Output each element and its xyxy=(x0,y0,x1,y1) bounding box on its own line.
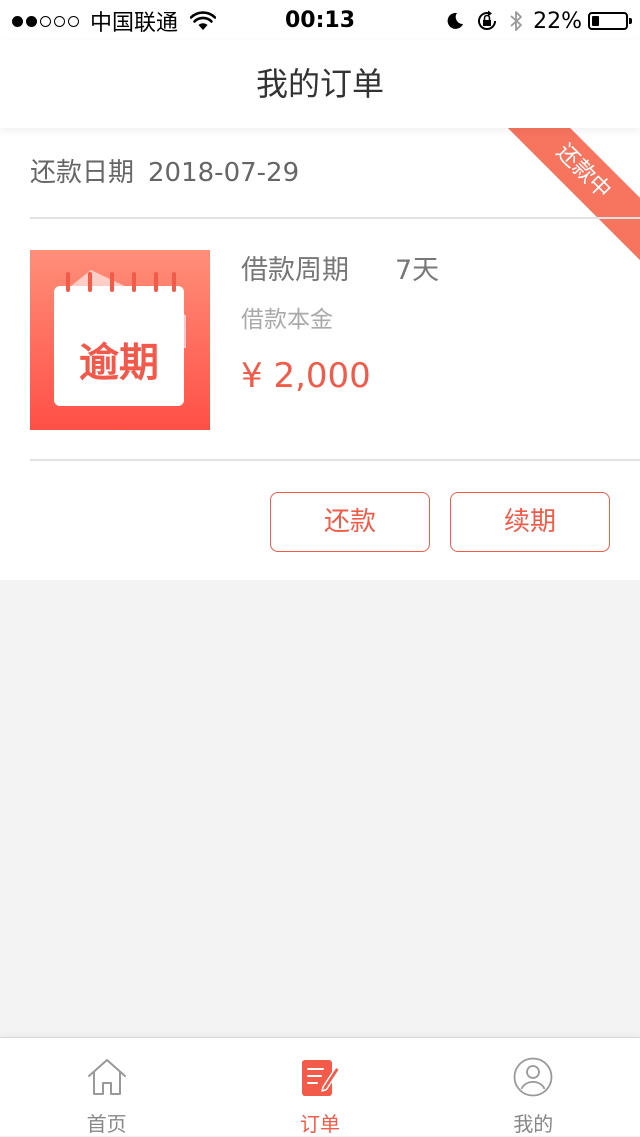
tab-home-label: 首页 xyxy=(86,1112,127,1136)
loan-amount: ¥ 2,000 xyxy=(241,356,371,396)
renew-button[interactable]: 续期 xyxy=(450,492,610,552)
home-icon xyxy=(87,1059,126,1095)
status-ribbon: 还款中 xyxy=(486,128,640,269)
battery-percentage: 22% xyxy=(533,8,582,34)
tab-orders-label: 订单 xyxy=(299,1112,340,1136)
tab-profile-label: 我的 xyxy=(513,1112,554,1136)
user-profile-icon xyxy=(513,1057,553,1097)
order-edit-icon xyxy=(301,1060,341,1096)
overdue-calendar-icon: 逾期 xyxy=(30,250,210,430)
status-bar: 中国联通 00:13 22% xyxy=(0,0,640,40)
order-card[interactable]: 还款日期 2018-07-29 还款中 逾期 借款周期 7天 借款本金 ¥ 2,0… xyxy=(0,128,640,580)
loan-period-label: 借款周期 xyxy=(241,255,349,286)
tab-bar: 首页 订单 我的 xyxy=(0,1037,640,1136)
tab-orders[interactable]: 订单 xyxy=(213,1038,426,1136)
repayment-date-value: 2018-07-29 xyxy=(148,158,300,188)
repay-button[interactable]: 还款 xyxy=(270,492,430,552)
navigation-bar: 我的订单 xyxy=(0,40,640,128)
bluetooth-icon xyxy=(509,10,523,32)
moon-icon xyxy=(445,11,465,31)
tab-home[interactable]: 首页 xyxy=(0,1038,213,1136)
loan-period-value: 7天 xyxy=(395,255,440,286)
status-right: 22% xyxy=(435,6,632,36)
loan-principal-label: 借款本金 xyxy=(241,307,333,333)
calendar-rings xyxy=(66,272,176,292)
battery-icon xyxy=(588,12,632,30)
repayment-date-row: 还款日期 2018-07-29 xyxy=(30,128,299,218)
overdue-badge-text: 逾期 xyxy=(79,340,159,386)
rotation-lock-icon xyxy=(475,10,499,32)
card-divider-top xyxy=(30,217,640,219)
battery-level-fill xyxy=(592,16,599,26)
card-divider-bottom xyxy=(30,459,640,461)
page-title: 我的订单 xyxy=(255,65,384,103)
repayment-date-label: 还款日期 xyxy=(30,158,135,188)
tab-profile[interactable]: 我的 xyxy=(427,1038,640,1136)
